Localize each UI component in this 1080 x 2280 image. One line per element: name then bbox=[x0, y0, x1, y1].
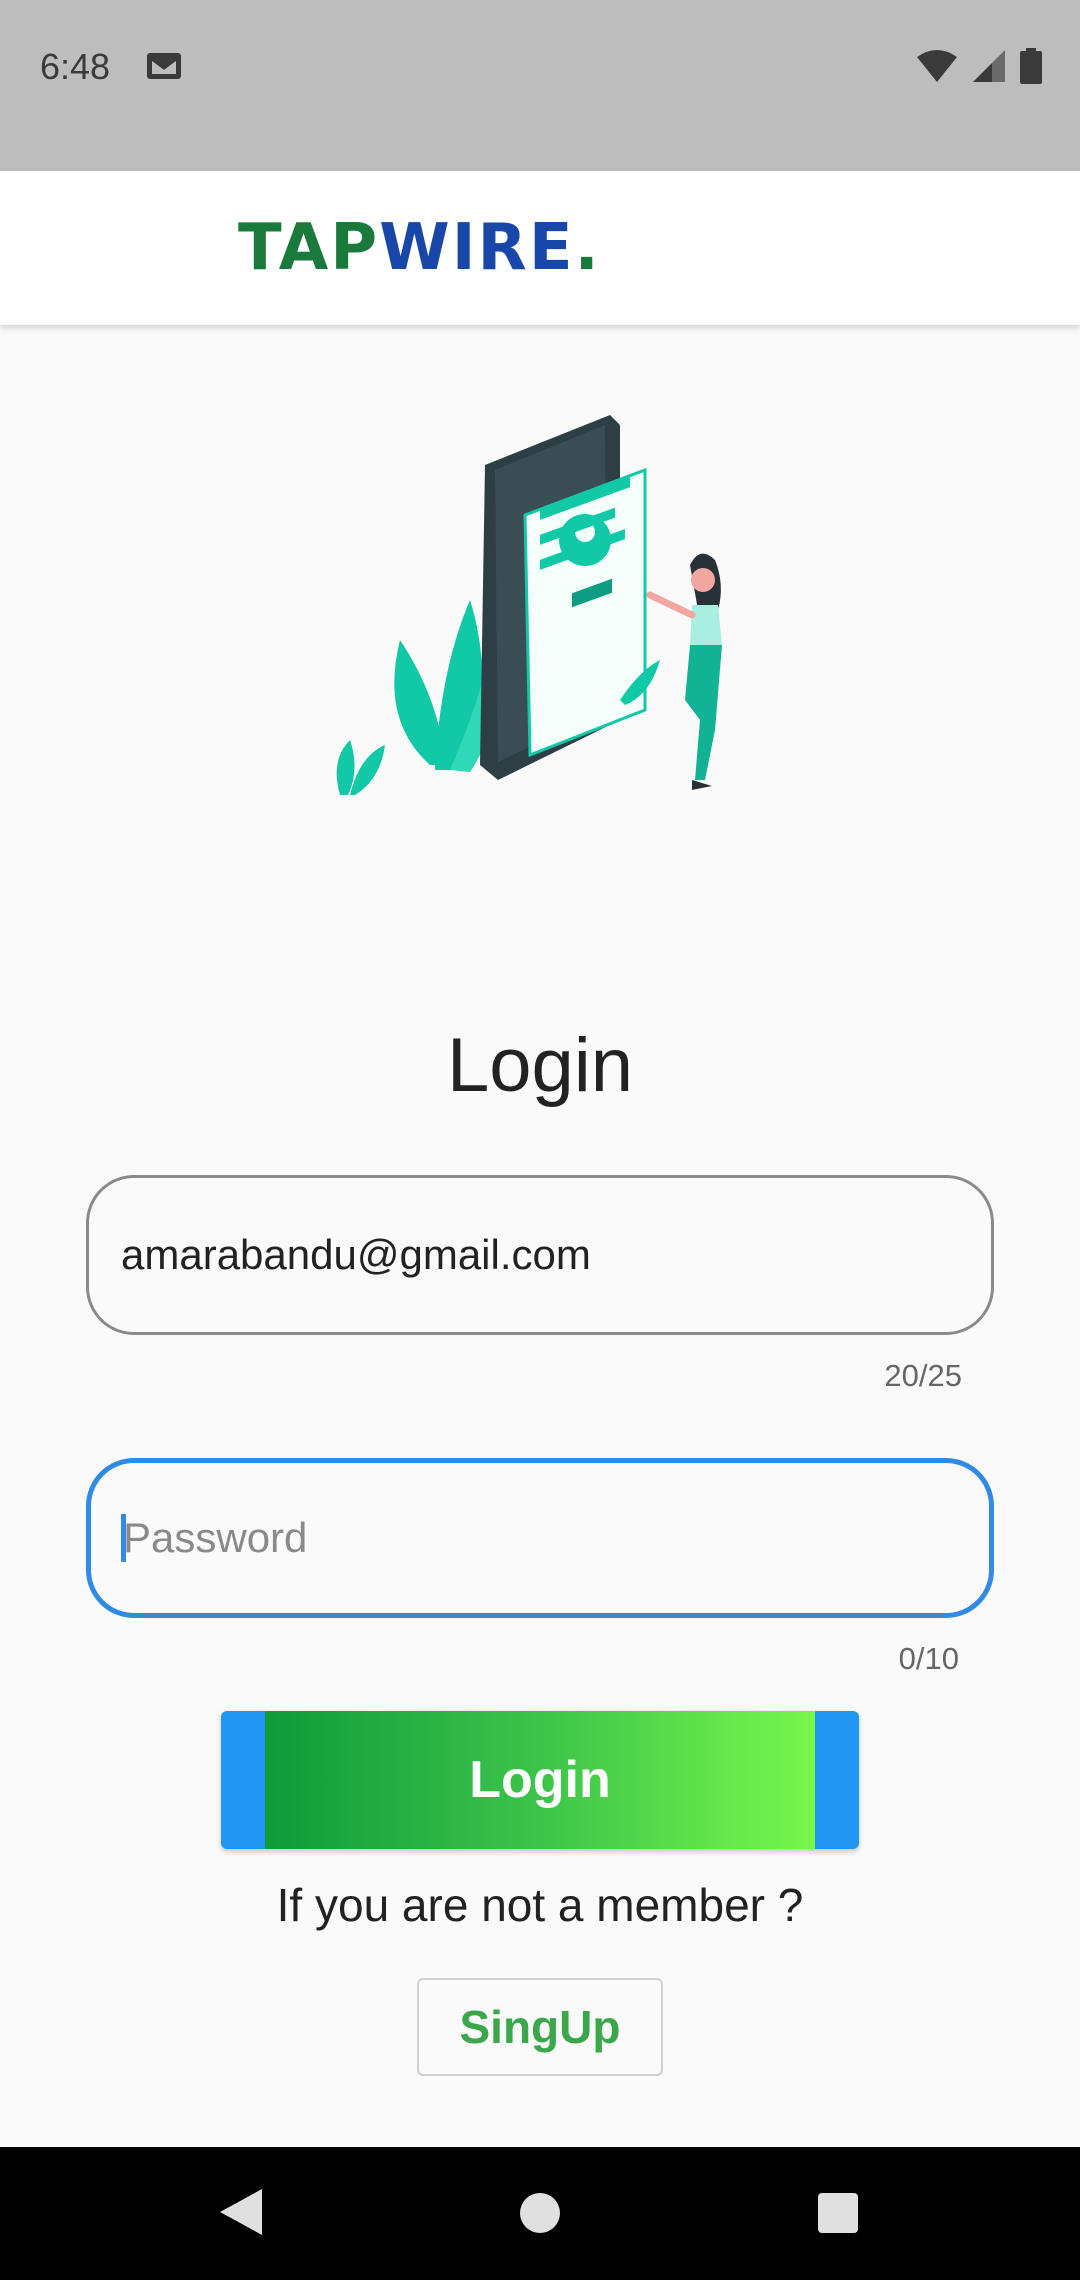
home-icon[interactable] bbox=[520, 2193, 560, 2233]
status-icons bbox=[916, 48, 1042, 89]
tapwire-logo: TAPWIRE. bbox=[238, 211, 601, 285]
signup-button[interactable]: SingUp bbox=[417, 1978, 663, 2076]
gmail-icon bbox=[146, 52, 182, 85]
password-field[interactable]: Password bbox=[86, 1458, 994, 1618]
back-icon[interactable] bbox=[218, 2187, 264, 2242]
login-illustration bbox=[320, 400, 760, 810]
page-title: Login bbox=[447, 1023, 633, 1108]
logo-part-wire: WIRE bbox=[379, 211, 575, 285]
not-member-text: If you are not a member ? bbox=[276, 1879, 804, 1931]
battery-icon bbox=[1020, 48, 1042, 89]
recents-icon[interactable] bbox=[818, 2193, 858, 2233]
logo-part-dot: . bbox=[574, 211, 601, 285]
wifi-icon bbox=[916, 49, 958, 88]
login-button-label[interactable]: Login bbox=[221, 1711, 859, 1849]
email-field[interactable]: amarabandu@gmail.com bbox=[86, 1175, 994, 1335]
status-bar: 6:48 bbox=[0, 0, 1080, 171]
status-time: 6:48 bbox=[40, 46, 111, 87]
navigation-bar bbox=[0, 2147, 1080, 2280]
email-field-value[interactable]: amarabandu@gmail.com bbox=[121, 1231, 591, 1279]
logo-part-tap: TAP bbox=[238, 211, 380, 285]
email-char-counter: 20/25 bbox=[884, 1358, 962, 1393]
app-bar: TAPWIRE. bbox=[0, 171, 1080, 325]
password-char-counter: 0/10 bbox=[898, 1641, 959, 1676]
password-placeholder[interactable]: Password bbox=[123, 1514, 307, 1562]
signal-icon bbox=[972, 49, 1006, 88]
login-button[interactable]: Login bbox=[221, 1711, 859, 1849]
